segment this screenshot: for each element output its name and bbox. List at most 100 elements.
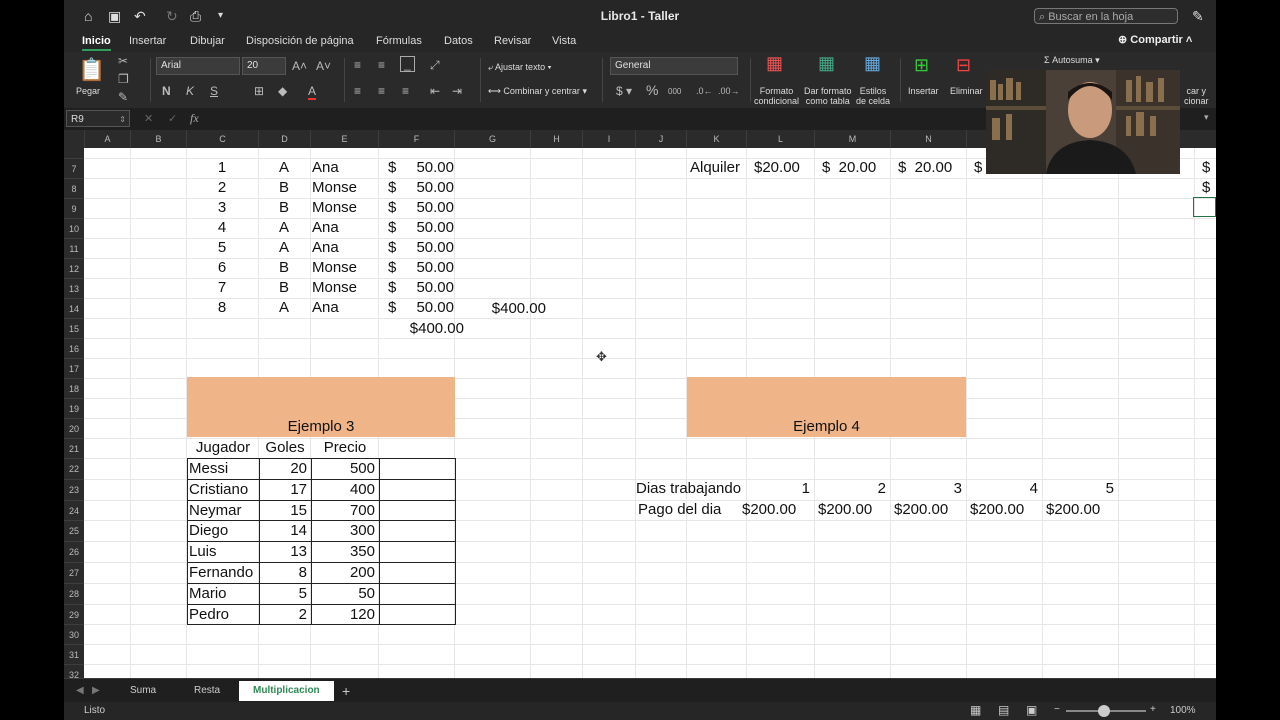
table1-amount[interactable]: 50.00: [396, 218, 454, 238]
format-painter-icon[interactable]: ✎: [118, 90, 128, 104]
indent-increase-icon[interactable]: ⇥: [452, 84, 462, 98]
indent-decrease-icon[interactable]: ⇤: [430, 84, 440, 98]
row-header-10[interactable]: 10: [64, 218, 84, 238]
delete-cells-label[interactable]: Eliminar: [950, 86, 983, 96]
table1-name[interactable]: Ana: [312, 238, 378, 258]
column-header-h[interactable]: H: [530, 130, 582, 148]
paste-icon[interactable]: 📋: [78, 58, 105, 82]
alquiler-s8[interactable]: $: [1202, 178, 1210, 198]
tab-formulas[interactable]: Fórmulas: [376, 34, 422, 48]
cell-styles-button[interactable]: Estilos de celda: [856, 86, 890, 106]
conditional-format-icon[interactable]: ▦: [766, 54, 783, 72]
row-header-28[interactable]: 28: [64, 582, 84, 604]
row-header-27[interactable]: 27: [64, 562, 84, 583]
table1-name[interactable]: Ana: [312, 158, 378, 178]
table1-num[interactable]: 7: [186, 278, 258, 298]
column-header-g[interactable]: G: [454, 130, 530, 148]
sheet-tab-suma[interactable]: Suma: [130, 683, 156, 699]
column-header-a[interactable]: A: [84, 130, 130, 148]
row-header-16[interactable]: 16: [64, 338, 84, 358]
sheet-tab-multiplicacion[interactable]: Multiplicacion: [239, 681, 334, 701]
table1-num[interactable]: 3: [186, 198, 258, 218]
prev-sheet-icon[interactable]: ◀: [76, 683, 84, 699]
table1-num[interactable]: 5: [186, 238, 258, 258]
next-sheet-icon[interactable]: ▶: [92, 683, 100, 699]
table1-amount[interactable]: 50.00: [396, 158, 454, 178]
row-header-29[interactable]: 29: [64, 603, 84, 625]
zoom-in-icon[interactable]: +: [1150, 704, 1156, 715]
align-top-icon[interactable]: ≡: [354, 58, 361, 72]
delete-cells-icon[interactable]: ⊟: [956, 56, 971, 74]
table1-type[interactable]: A: [258, 238, 310, 258]
normal-view-icon[interactable]: ▦: [970, 703, 981, 717]
table1-type[interactable]: B: [258, 178, 310, 198]
table1-amount[interactable]: 50.00: [396, 198, 454, 218]
format-table-button[interactable]: Dar formato como tabla: [804, 86, 852, 106]
row-header-17[interactable]: 17: [64, 358, 84, 378]
row-header-9[interactable]: 9: [64, 198, 84, 218]
col-precio[interactable]: Precio: [311, 438, 379, 458]
confirm-icon[interactable]: ✓: [168, 112, 177, 125]
table1-num[interactable]: 4: [186, 218, 258, 238]
underline-icon[interactable]: S: [210, 84, 218, 98]
increase-decimal-icon[interactable]: .0←: [696, 84, 713, 98]
row-header-14[interactable]: 14: [64, 298, 84, 318]
row-header-15[interactable]: 15: [64, 318, 84, 338]
row-header-26[interactable]: 26: [64, 541, 84, 562]
daily-pay[interactable]: $200.00: [1046, 500, 1100, 520]
wrap-text-button[interactable]: ⤶ Ajustar texto ▾: [488, 62, 551, 72]
dias-trabajando-label[interactable]: Dias trabajando: [636, 479, 741, 499]
tab-disposicion[interactable]: Disposición de página: [246, 34, 354, 48]
cell-g14[interactable]: $400.00: [464, 299, 546, 319]
row-header-18[interactable]: 18: [64, 378, 84, 398]
column-header-e[interactable]: E: [310, 130, 378, 148]
day-number[interactable]: 5: [1042, 479, 1114, 499]
table1-type[interactable]: A: [258, 298, 310, 318]
alquiler-s7[interactable]: $: [1202, 158, 1210, 178]
table1-amount[interactable]: 50.00: [396, 298, 454, 318]
table1-name[interactable]: Monse: [312, 258, 378, 278]
day-number[interactable]: 1: [738, 479, 810, 499]
table1-name[interactable]: Ana: [312, 218, 378, 238]
fx-icon[interactable]: fx: [190, 111, 199, 126]
bold-icon[interactable]: N: [162, 84, 171, 98]
table1-amount[interactable]: 50.00: [396, 238, 454, 258]
row-header-20[interactable]: 20: [64, 418, 84, 438]
table1-type[interactable]: B: [258, 278, 310, 298]
increase-font-icon[interactable]: A˄: [292, 59, 307, 73]
table1-name[interactable]: Monse: [312, 178, 378, 198]
table1-name[interactable]: Monse: [312, 278, 378, 298]
cell-styles-icon[interactable]: ▦: [864, 54, 881, 72]
table1-name[interactable]: Ana: [312, 298, 378, 318]
add-sheet-icon[interactable]: +: [342, 683, 350, 699]
column-header-j[interactable]: J: [635, 130, 686, 148]
row-header-23[interactable]: 23: [64, 478, 84, 500]
tab-vista[interactable]: Vista: [552, 34, 576, 48]
borders-icon[interactable]: ⊞: [254, 84, 264, 98]
format-table-icon[interactable]: ▦: [818, 54, 835, 72]
tab-dibujar[interactable]: Dibujar: [190, 34, 225, 48]
daily-pay[interactable]: $200.00: [894, 500, 948, 520]
row-header-25[interactable]: 25: [64, 520, 84, 541]
align-center-icon[interactable]: ≡: [378, 84, 385, 98]
row-header-11[interactable]: 11: [64, 238, 84, 258]
col-goles[interactable]: Goles: [259, 438, 311, 458]
ejemplo3-title[interactable]: Ejemplo 3: [187, 417, 455, 437]
autosum-button[interactable]: Σ Autosuma ▾: [1044, 55, 1100, 65]
align-left-icon[interactable]: ≡: [354, 84, 361, 98]
search-input[interactable]: ⌕ Buscar en la hoja: [1034, 8, 1178, 24]
day-number[interactable]: 4: [966, 479, 1038, 499]
insert-cells-icon[interactable]: ⊞: [914, 56, 929, 74]
worksheet-grid[interactable]: 1 A Ana $50.00 2 B Monse $50.00 3 B Monse $50.00 4 A A…: [84, 148, 1216, 678]
daily-pay[interactable]: $200.00: [742, 500, 796, 520]
table1-type[interactable]: A: [258, 158, 310, 178]
daily-pay[interactable]: $200.00: [818, 500, 872, 520]
alquiler-label[interactable]: Alquiler: [690, 158, 740, 178]
align-bottom-icon[interactable]: _: [400, 56, 415, 72]
conditional-format-button[interactable]: Formato condicional: [754, 86, 799, 106]
table1-name[interactable]: Monse: [312, 198, 378, 218]
currency-icon[interactable]: $ ▾: [616, 84, 632, 98]
day-number[interactable]: 2: [814, 479, 886, 499]
fill-color-icon[interactable]: ◆: [278, 84, 287, 98]
cancel-icon[interactable]: ✕: [144, 112, 153, 125]
